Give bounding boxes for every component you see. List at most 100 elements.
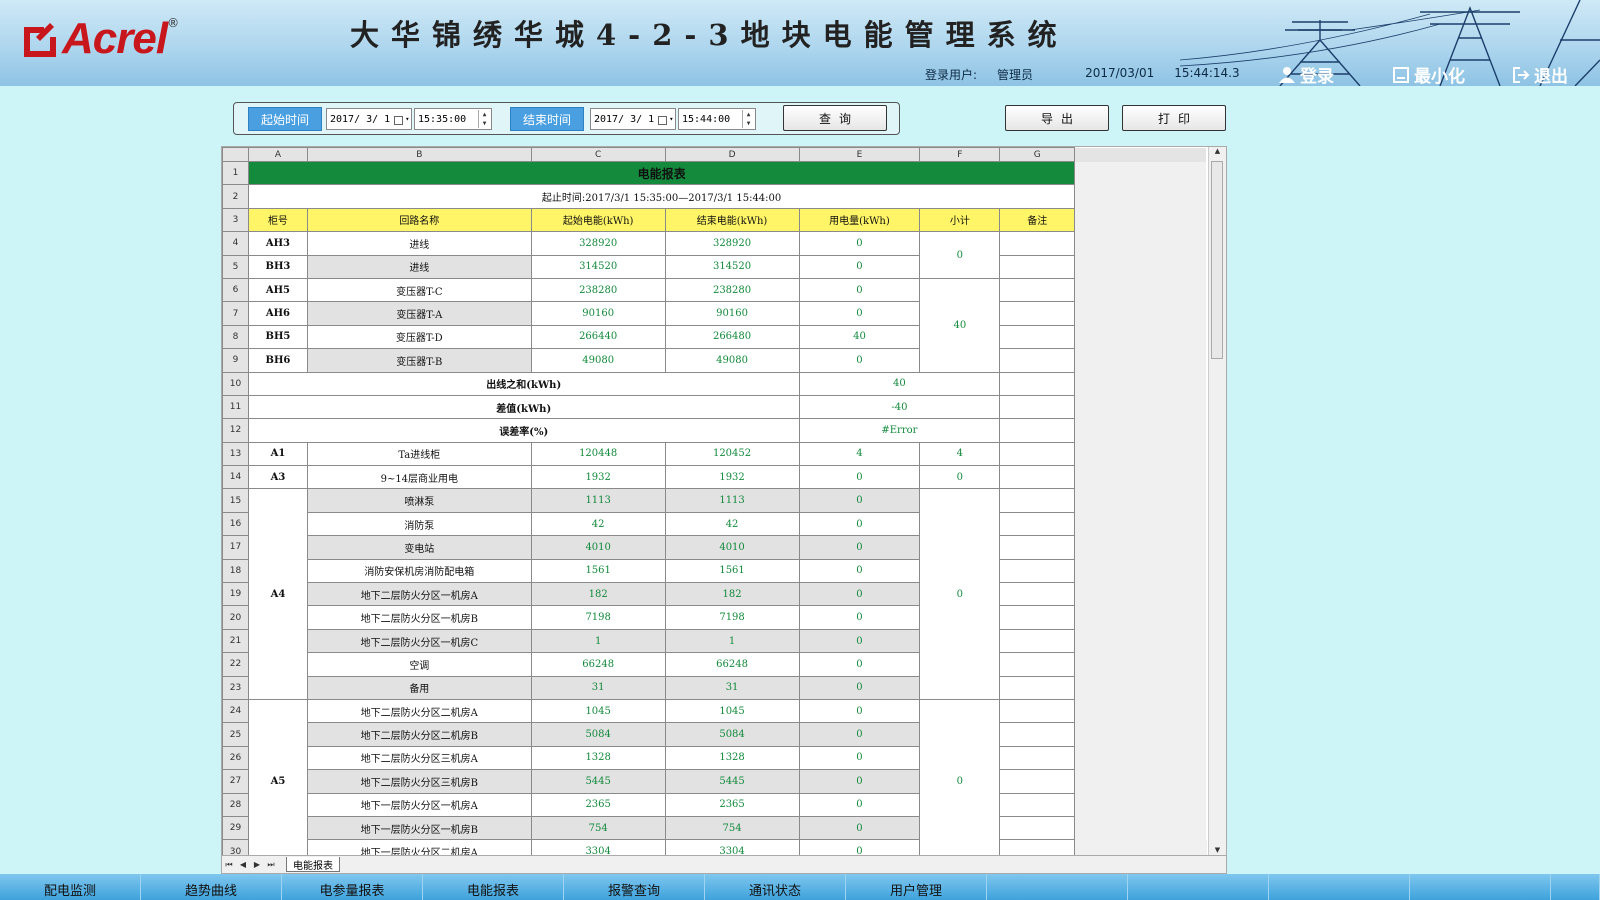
remark-cell[interactable]	[999, 488, 1076, 513]
row-header[interactable]: 1	[222, 160, 249, 186]
table-header-cell[interactable]: 柜号	[247, 207, 308, 233]
end-energy-cell[interactable]: 266480	[664, 324, 800, 350]
usage-cell[interactable]: 0	[798, 769, 921, 794]
end-time-spinner[interactable]: ▲ ▼	[742, 110, 754, 128]
nav-item[interactable]: 报警查询	[564, 874, 705, 900]
cabinet-cell[interactable]: BH5	[247, 324, 308, 350]
summary-label[interactable]: 出线之和(kWh)	[247, 371, 800, 396]
remark-cell[interactable]	[999, 348, 1076, 373]
report-period[interactable]: 起止时间:2017/3/1 15:35:00—2017/3/1 15:44:00	[247, 184, 1076, 209]
remark-cell[interactable]	[999, 511, 1076, 537]
table-header-cell[interactable]: 用电量(kWh)	[798, 207, 921, 233]
start-energy-cell[interactable]: 1	[530, 628, 666, 654]
column-header[interactable]: E	[798, 147, 921, 162]
summary-value[interactable]: -40	[798, 394, 1001, 420]
end-energy-cell[interactable]: 3304	[664, 839, 800, 856]
summary-value[interactable]: 40	[798, 371, 1001, 396]
last-sheet-icon[interactable]: ⏭	[264, 860, 278, 870]
end-energy-cell[interactable]: 238280	[664, 277, 800, 303]
end-energy-cell[interactable]: 4010	[664, 535, 800, 560]
print-button[interactable]: 打印	[1122, 105, 1226, 131]
row-header[interactable]: 27	[222, 769, 249, 794]
row-header[interactable]: 20	[222, 605, 249, 630]
usage-cell[interactable]: 0	[798, 277, 921, 303]
report-title[interactable]: 电能报表	[247, 160, 1076, 186]
export-button[interactable]: 导出	[1005, 105, 1109, 131]
prev-sheet-icon[interactable]: ◀	[236, 860, 250, 869]
cabinet-cell[interactable]: AH6	[247, 301, 308, 326]
usage-cell[interactable]: 0	[798, 558, 921, 584]
end-energy-cell[interactable]: 66248	[664, 652, 800, 677]
table-header-cell[interactable]: 回路名称	[306, 207, 532, 233]
row-header[interactable]: 4	[222, 231, 249, 256]
end-energy-cell[interactable]: 1932	[664, 465, 800, 490]
remark-cell[interactable]	[999, 839, 1076, 856]
start-energy-cell[interactable]: 49080	[530, 348, 666, 373]
end-energy-cell[interactable]: 7198	[664, 605, 800, 630]
summary-label[interactable]: 差值(kWh)	[247, 394, 800, 420]
usage-cell[interactable]: 0	[798, 605, 921, 630]
usage-cell[interactable]: 0	[798, 535, 921, 560]
remark-cell[interactable]	[999, 535, 1076, 560]
summary-value[interactable]: #Error	[798, 418, 1001, 443]
column-header[interactable]: B	[306, 147, 532, 162]
remark-cell[interactable]	[999, 628, 1076, 654]
end-date-picker[interactable]: 2017/ 3/ 1 ▾	[590, 108, 676, 130]
start-time-field[interactable]: 15:35:00 ▲ ▼	[414, 108, 492, 130]
subtotal-cell[interactable]: 0	[919, 465, 1001, 490]
start-energy-cell[interactable]: 31	[530, 675, 666, 700]
login-button[interactable]: 登录	[1278, 62, 1334, 86]
table-header-cell[interactable]: 备注	[999, 207, 1076, 233]
circuit-name-cell[interactable]: 地下二层防火分区三机房A	[306, 745, 532, 771]
remark-cell[interactable]	[999, 254, 1076, 279]
end-energy-cell[interactable]: 5084	[664, 722, 800, 747]
remark-cell[interactable]	[999, 301, 1076, 326]
circuit-name-cell[interactable]: 空调	[306, 652, 532, 677]
nav-item[interactable]: 电能报表	[423, 874, 564, 900]
row-header[interactable]: 10	[222, 371, 249, 396]
usage-cell[interactable]: 0	[798, 254, 921, 279]
start-energy-cell[interactable]: 5084	[530, 722, 666, 747]
start-energy-cell[interactable]: 314520	[530, 254, 666, 279]
scrollbar-thumb[interactable]	[1211, 161, 1223, 359]
start-energy-cell[interactable]: 182	[530, 582, 666, 607]
remark-cell[interactable]	[999, 418, 1076, 443]
start-energy-cell[interactable]: 1113	[530, 488, 666, 513]
remark-cell[interactable]	[999, 277, 1076, 303]
start-energy-cell[interactable]: 266440	[530, 324, 666, 350]
row-header[interactable]: 11	[222, 394, 249, 420]
end-energy-cell[interactable]: 5445	[664, 769, 800, 794]
row-header[interactable]: 15	[222, 488, 249, 513]
end-energy-cell[interactable]: 1	[664, 628, 800, 654]
row-header[interactable]: 18	[222, 558, 249, 584]
remark-cell[interactable]	[999, 582, 1076, 607]
column-header[interactable]: C	[530, 147, 666, 162]
end-energy-cell[interactable]: 90160	[664, 301, 800, 326]
nav-item[interactable]: 用户管理	[846, 874, 987, 900]
remark-cell[interactable]	[999, 605, 1076, 630]
row-header[interactable]: 29	[222, 815, 249, 841]
cabinet-cell[interactable]: A5	[247, 698, 308, 856]
circuit-name-cell[interactable]: 地下二层防火分区二机房A	[306, 698, 532, 724]
table-header-cell[interactable]: 小计	[919, 207, 1001, 233]
remark-cell[interactable]	[999, 815, 1076, 841]
row-header[interactable]: 7	[222, 301, 249, 326]
column-header[interactable]: A	[247, 147, 308, 162]
start-energy-cell[interactable]: 2365	[530, 792, 666, 817]
circuit-name-cell[interactable]: 地下一层防火分区一机房A	[306, 792, 532, 817]
usage-cell[interactable]: 0	[798, 698, 921, 724]
row-header[interactable]: 14	[222, 465, 249, 490]
exit-button[interactable]: 退出	[1512, 62, 1568, 86]
summary-label[interactable]: 误差率(%)	[247, 418, 800, 443]
start-energy-cell[interactable]: 42	[530, 511, 666, 537]
remark-cell[interactable]	[999, 675, 1076, 700]
end-energy-cell[interactable]: 42	[664, 511, 800, 537]
usage-cell[interactable]: 0	[798, 348, 921, 373]
end-energy-cell[interactable]: 49080	[664, 348, 800, 373]
circuit-name-cell[interactable]: 变压器T-D	[306, 324, 532, 350]
circuit-name-cell[interactable]: 备用	[306, 675, 532, 700]
row-header[interactable]: 25	[222, 722, 249, 747]
circuit-name-cell[interactable]: 9~14层商业用电	[306, 465, 532, 490]
remark-cell[interactable]	[999, 722, 1076, 747]
start-energy-cell[interactable]: 1561	[530, 558, 666, 584]
